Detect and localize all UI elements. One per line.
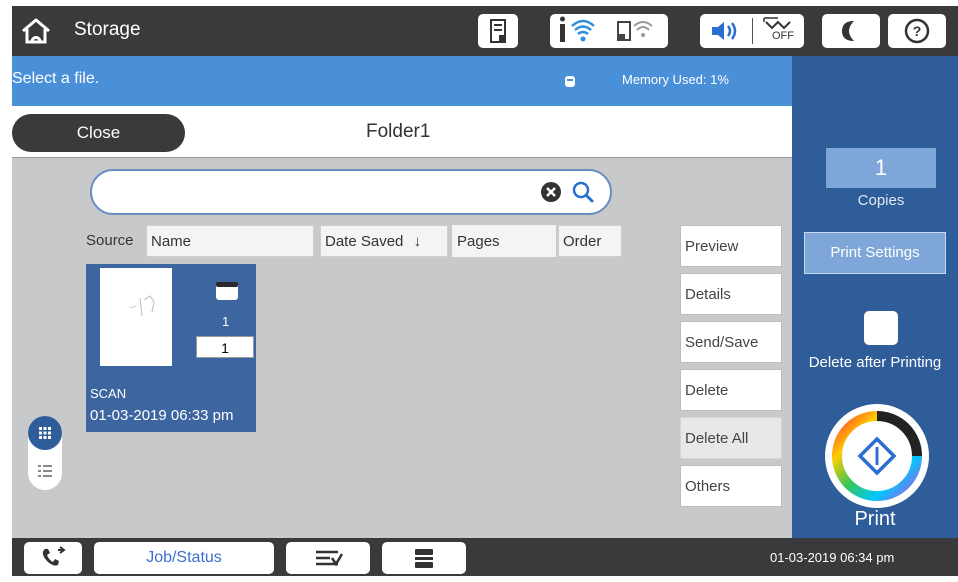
copies-label: Copies [857,192,905,209]
printer-icon [415,549,433,568]
print-label: Print [854,508,896,530]
help-button[interactable]: ? [888,14,946,48]
file-count: 1 [222,314,230,329]
column-source: Source [86,232,134,249]
send-save-button[interactable]: Send/Save [680,321,782,363]
fax-icon [42,546,66,566]
divider [752,18,753,44]
status-bar: Select a file. Memory Used: 1% [12,56,792,106]
job-status-button[interactable]: Job/Status [94,542,274,574]
print-panel: 1 Copies Print Settings Delete after Pri… [792,56,958,538]
file-pages-box: 1 [196,336,254,358]
print-button[interactable] [822,401,932,511]
sleep-icon [842,21,854,41]
file-card[interactable]: 1 1 SCAN 01-03-2019 06:33 pm [86,264,256,432]
help-icon: ? [904,18,930,44]
view-toggle [28,416,62,490]
sleep-button[interactable] [822,14,880,48]
svg-text:?: ? [913,23,922,39]
ink-icon [490,19,506,43]
eco-off-label: OFF [772,30,794,42]
column-order[interactable]: Order [558,225,622,257]
file-date: 01-03-2019 06:33 pm [90,407,234,424]
print-start-icon [825,404,929,508]
paper-feed-icon [316,550,344,567]
memory-icon [565,76,575,87]
preview-button[interactable]: Preview [680,225,782,267]
column-pages[interactable]: Pages [452,225,556,257]
folder-name: Folder1 [366,121,431,142]
sound-eco-button[interactable]: OFF [700,14,804,48]
fax-button[interactable] [24,542,82,574]
printer-info-button[interactable] [382,542,466,574]
ink-level-button[interactable] [478,14,518,48]
clock: 01-03-2019 06:34 pm [770,550,895,565]
column-date-saved[interactable]: Date Saved ↓ [320,225,448,257]
print-settings-button[interactable]: Print Settings [804,232,946,274]
home-icon[interactable] [20,16,52,46]
delete-after-printing-checkbox[interactable] [864,311,898,345]
delete-after-printing-label: Delete after Printing [808,354,942,371]
delete-all-button[interactable]: Delete All [680,417,782,459]
file-source: SCAN [90,386,127,401]
close-button[interactable]: Close [12,114,185,152]
date-saved-label: Date Saved [325,233,404,250]
grid-icon [39,427,51,439]
search-input[interactable] [90,169,612,215]
file-thumbnail [100,268,172,366]
search-icon[interactable] [570,179,596,205]
network-status-button[interactable] [550,14,668,48]
details-button[interactable]: Details [680,273,782,315]
folder-header: Close Folder1 [12,106,792,158]
page-title: Storage [74,19,141,40]
paper-feed-button[interactable] [286,542,370,574]
list-icon [38,465,52,477]
copies-input[interactable]: 1 [826,148,936,188]
wifi-direct-icon [617,21,653,41]
list-view-button[interactable] [28,454,62,488]
delete-button[interactable]: Delete [680,369,782,411]
others-button[interactable]: Others [680,465,782,507]
bottom-bar: Job/Status 01-03-2019 06:34 pm [12,538,958,576]
top-bar: Storage OFF ? [12,6,958,56]
printer-screen: Storage OFF ? Select a file. Memory Used… [12,6,958,576]
wifi-icon [560,16,595,42]
column-name[interactable]: Name [146,225,314,257]
memory-used-label: Memory Used: 1% [622,72,729,87]
sort-down-icon: ↓ [413,233,422,250]
sound-icon [712,22,737,40]
grid-view-button[interactable] [28,416,62,450]
clear-icon[interactable] [540,181,562,203]
document-icon [216,282,238,300]
job-status-label: Job/Status [146,549,222,566]
status-message: Select a file. [12,70,100,87]
